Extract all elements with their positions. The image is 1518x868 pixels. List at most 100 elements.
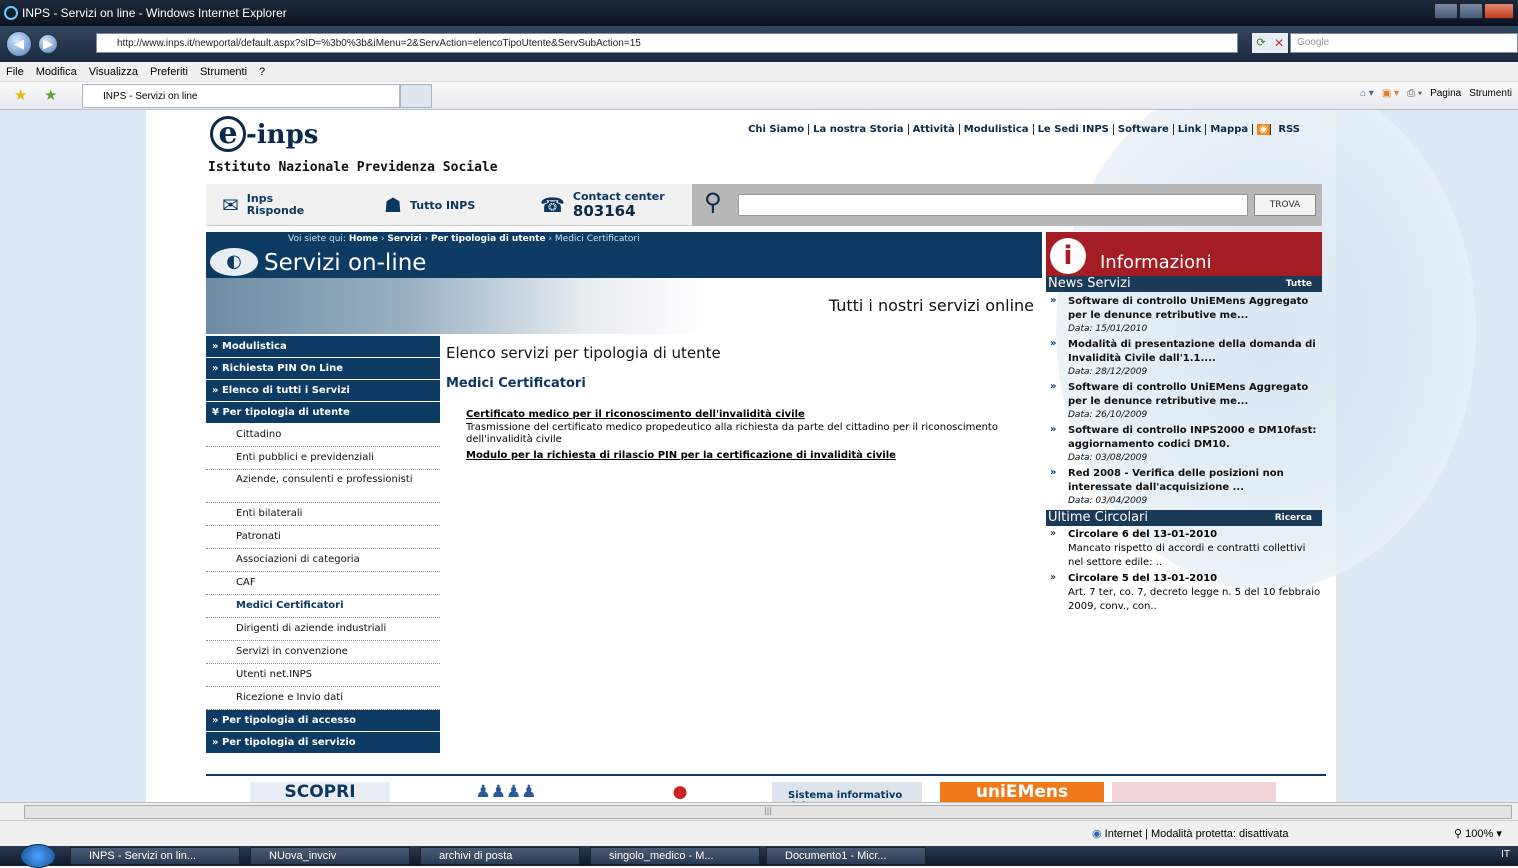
back-button[interactable]: ◀ — [6, 31, 32, 57]
language-indicator[interactable]: IT — [1501, 849, 1510, 860]
arrow-icon: » — [1050, 381, 1057, 392]
minimize-button[interactable] — [1434, 3, 1458, 19]
taskbar-item[interactable]: INPS - Servizi on lin... — [70, 847, 240, 865]
nav-sub-item[interactable]: Ricezione e Invio dati — [206, 687, 440, 710]
nav-sub-item[interactable]: Enti pubblici e previdenziali — [206, 447, 440, 470]
site-search: ⚲ TROVA — [692, 184, 1322, 226]
news-item[interactable]: » Software di controllo UniEMens Aggregat… — [1046, 292, 1322, 335]
zoom-value: 100% — [1465, 828, 1494, 840]
stop-icon[interactable]: ✕ — [1270, 33, 1288, 53]
refresh-icon[interactable]: ⟳ — [1252, 33, 1270, 53]
nav-modulistica[interactable]: » Modulistica — [206, 336, 440, 358]
circolare-item[interactable]: » Circolare 6 del 13-01-2010 Mancato rispe… — [1046, 526, 1322, 570]
news-item[interactable]: » Modalità di presentazione della domanda… — [1046, 335, 1322, 378]
uniemens-banner[interactable]: uniEMens — [940, 782, 1104, 802]
nav-tipologia-utente[interactable]: ¥ Per tipologia di utente — [206, 402, 440, 424]
tab-label: INPS - Servizi on line — [103, 90, 198, 102]
nav-richiesta-pin[interactable]: » Richiesta PIN On Line — [206, 358, 440, 380]
sistema-banner[interactable]: Sistema informativo dei — [772, 782, 922, 802]
news-date: Data: 28/12/2009 — [1068, 367, 1148, 377]
nav-sub-item[interactable]: CAF — [206, 572, 440, 595]
forward-button[interactable]: ▶ — [38, 34, 58, 54]
address-input[interactable]: http://www.inps.it/newportal/default.asp… — [96, 33, 1238, 53]
trova-button[interactable]: TROVA — [1254, 194, 1316, 216]
browser-tab[interactable]: INPS - Servizi on line — [82, 84, 400, 108]
tutto-inps-link[interactable]: ☗ Tutto INPS — [384, 188, 475, 222]
home-icon[interactable]: ⌂ ▾ — [1360, 88, 1374, 99]
nav-sub-item[interactable]: Dirigenti di aziende industriali — [206, 618, 440, 641]
nav-sub-item[interactable]: Cittadino — [206, 424, 440, 447]
topnav-modulistica[interactable]: Modulistica — [960, 124, 1034, 135]
menu-help[interactable]: ? — [253, 66, 271, 78]
tools-menu[interactable]: Strumenti — [1469, 88, 1512, 99]
page-menu[interactable]: Pagina — [1430, 88, 1461, 99]
taskbar-item[interactable]: Documento1 - Micr... — [766, 847, 926, 865]
menu-modifica[interactable]: Modifica — [30, 66, 83, 78]
feeds-icon[interactable]: ▣ ▾ — [1382, 88, 1399, 99]
breadcrumb-home[interactable]: Home — [349, 234, 378, 244]
nav-sub-item[interactable]: Aziende, consulenti e professionisti — [206, 470, 440, 503]
site-search-input[interactable] — [738, 194, 1248, 216]
topnav-sedi[interactable]: Le Sedi INPS — [1034, 124, 1114, 135]
add-favorites-icon[interactable]: ★ — [44, 86, 57, 104]
breadcrumb-tipologia[interactable]: Per tipologia di utente — [431, 234, 546, 244]
topnav-link[interactable]: Link — [1174, 124, 1207, 135]
breadcrumb-servizi[interactable]: Servizi — [387, 234, 421, 244]
search-input[interactable]: Google — [1290, 33, 1518, 53]
modulo-pin-link[interactable]: Modulo per la richiesta di rilascio PIN … — [466, 450, 1036, 461]
nav-sub-item-active[interactable]: Medici Certificatori — [206, 595, 440, 618]
left-navigation: » Modulistica » Richiesta PIN On Line » … — [206, 336, 440, 754]
nav-tipologia-servizio[interactable]: » Per tipologia di servizio — [206, 732, 440, 754]
status-bar: ◉ Internet | Modalità protetta: disattiv… — [0, 820, 1518, 846]
news-item[interactable]: » Red 2008 - Verifica delle posizioni non… — [1046, 464, 1322, 510]
topnav-rss[interactable]: ◉ RSS — [1253, 124, 1308, 135]
inps-logo[interactable]: e -inps — [210, 116, 318, 152]
certificato-link[interactable]: Certificato medico per il riconoscimento… — [466, 409, 1036, 420]
nav-elenco-servizi[interactable]: » Elenco di tutti i Servizi — [206, 380, 440, 402]
scroll-thumb[interactable]: ||| — [24, 805, 1512, 819]
nav-sub-item[interactable]: Utenti net.INPS — [206, 664, 440, 687]
topnav-storia[interactable]: La nostra Storia — [809, 124, 909, 135]
news-item[interactable]: » Software di controllo UniEMens Aggregat… — [1046, 378, 1322, 421]
nav-sub-item[interactable]: Servizi in convenzione — [206, 641, 440, 664]
nav-sub-item[interactable]: Enti bilaterali — [206, 503, 440, 526]
menu-preferiti[interactable]: Preferiti — [144, 66, 194, 78]
topnav-mappa[interactable]: Mappa — [1206, 124, 1254, 135]
scopri-banner[interactable]: SCOPRI — [250, 782, 390, 802]
news-all-link[interactable]: Tutte — [1286, 276, 1312, 292]
taskbar-item[interactable]: singolo_medico - M... — [590, 847, 760, 865]
system-tray: IT — [1501, 849, 1510, 860]
inps-risponde-link[interactable]: ✉ Inps Risponde — [222, 188, 304, 222]
start-button[interactable] — [20, 844, 56, 868]
taskbar-item[interactable]: NUova_invciv — [250, 847, 410, 865]
menu-strumenti[interactable]: Strumenti — [194, 66, 253, 78]
news-header-label: News Servizi — [1048, 276, 1131, 291]
nav-sub-item[interactable]: Associazioni di categoria — [206, 549, 440, 572]
close-button[interactable] — [1484, 3, 1514, 19]
new-tab-button[interactable] — [400, 84, 432, 108]
print-icon[interactable]: ⎙ ▾ — [1407, 88, 1422, 99]
menu-visualizza[interactable]: Visualizza — [83, 66, 144, 78]
horizontal-scrollbar[interactable]: ||| — [0, 802, 1518, 820]
menu-file[interactable]: File — [0, 66, 30, 78]
circolare-item[interactable]: » Circolare 5 del 13-01-2010 Art. 7 ter, c… — [1046, 570, 1322, 614]
contact-center-link[interactable]: ☎ Contact center 803164 — [540, 188, 665, 222]
zoom-level[interactable]: ⚲ 100% ▾ — [1454, 827, 1502, 840]
topnav-attivita[interactable]: Attività — [909, 124, 960, 135]
taskbar-item[interactable]: archivi di posta — [420, 847, 580, 865]
topnav-chi-siamo[interactable]: Chi Siamo — [744, 124, 810, 135]
favorites-bar: ★ ★ INPS - Servizi on line ⌂ ▾ ▣ ▾ ⎙ ▾ P… — [0, 82, 1518, 110]
address-bar-row: ◀ ▶ http://www.inps.it/newportal/default… — [0, 26, 1518, 62]
ie-icon — [4, 6, 18, 20]
favorites-star-icon[interactable]: ★ — [14, 86, 27, 104]
circolare-text: Mancato rispetto di accordi e contratti … — [1068, 543, 1306, 568]
news-item[interactable]: » Software di controllo INPS2000 e DM10fa… — [1046, 421, 1322, 464]
topnav-software[interactable]: Software — [1114, 124, 1174, 135]
stamp-banner[interactable]: ● — [600, 782, 760, 802]
maximize-button[interactable] — [1459, 3, 1483, 19]
people-banner[interactable]: ♟♟♟♟ — [446, 782, 566, 802]
face-banner[interactable] — [1112, 782, 1276, 802]
nav-sub-item[interactable]: Patronati — [206, 526, 440, 549]
nav-tipologia-accesso[interactable]: » Per tipologia di accesso — [206, 710, 440, 732]
circolari-search-link[interactable]: Ricerca — [1275, 510, 1312, 526]
